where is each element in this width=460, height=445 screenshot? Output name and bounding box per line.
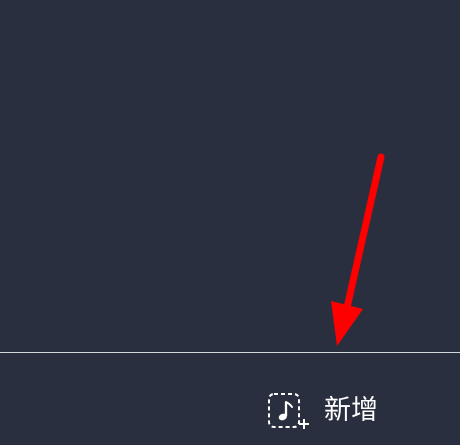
bottom-toolbar (0, 353, 460, 445)
content-area (0, 0, 460, 352)
add-button-label: 新增 (324, 395, 378, 426)
add-music-icon (268, 393, 309, 429)
add-button[interactable]: 新增 (266, 391, 378, 431)
